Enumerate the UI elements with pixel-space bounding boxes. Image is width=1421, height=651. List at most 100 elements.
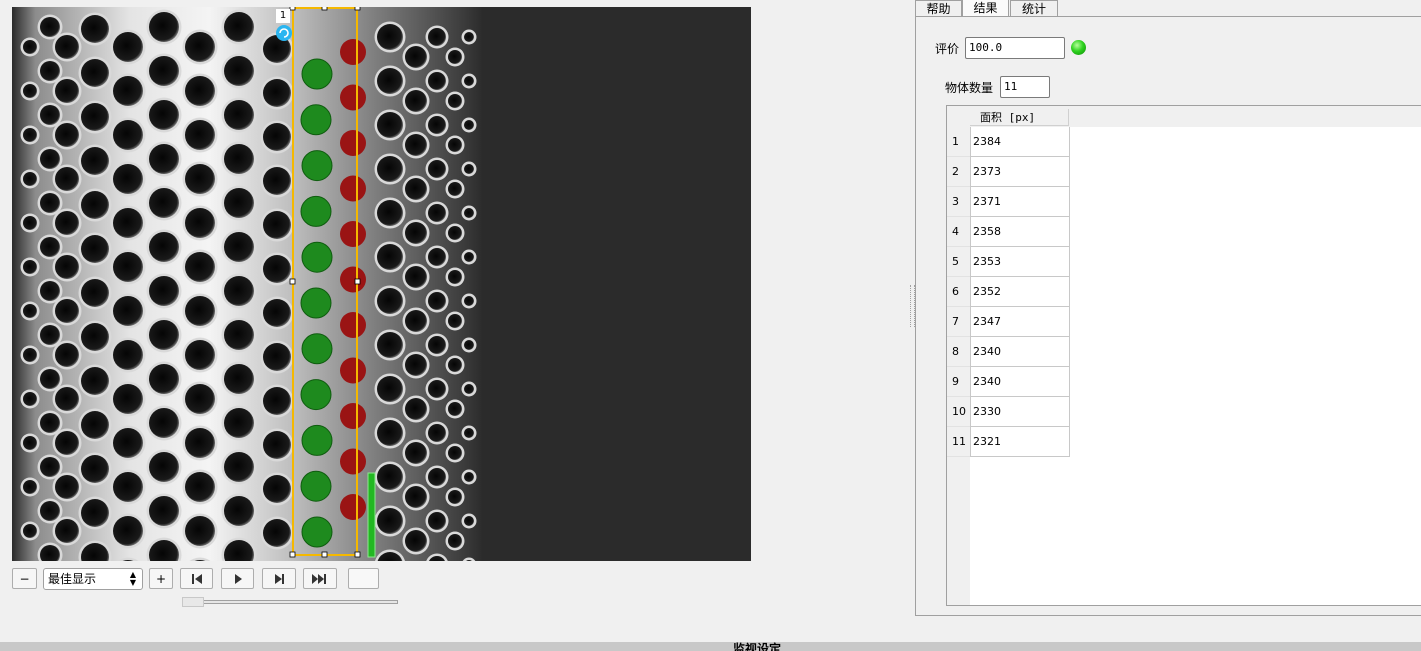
hole xyxy=(81,103,109,131)
table-cell-area[interactable]: 2340 xyxy=(970,337,1070,367)
row-header[interactable]: 5 xyxy=(947,247,970,277)
inspection-image xyxy=(12,7,751,561)
detected-object-good xyxy=(301,424,333,456)
detected-object-good xyxy=(300,195,332,227)
row-header[interactable]: 8 xyxy=(947,337,970,367)
hole xyxy=(428,72,446,90)
hole xyxy=(428,292,446,310)
row-header[interactable]: 4 xyxy=(947,217,970,247)
next-frame-button[interactable] xyxy=(262,568,296,589)
table-cell-area[interactable]: 2352 xyxy=(970,277,1070,307)
row-header[interactable]: 6 xyxy=(947,277,970,307)
row-header[interactable]: 10 xyxy=(947,397,970,427)
row-header[interactable]: 2 xyxy=(947,157,970,187)
hole xyxy=(23,172,37,186)
hole xyxy=(464,472,474,482)
table-cell-area[interactable]: 2373 xyxy=(970,157,1070,187)
hole xyxy=(428,380,446,398)
hole xyxy=(40,149,60,169)
tab-statistics[interactable]: 统计 xyxy=(1010,0,1058,17)
hole xyxy=(224,56,254,86)
zoom-mode-select[interactable]: 最佳显示 ▲ ▼ xyxy=(43,568,143,590)
hole xyxy=(464,120,474,130)
hole xyxy=(55,211,79,235)
row-header[interactable]: 7 xyxy=(947,307,970,337)
hole xyxy=(55,79,79,103)
hole xyxy=(464,296,474,306)
first-frame-button[interactable] xyxy=(180,568,213,589)
hole xyxy=(23,260,37,274)
table-cell-area[interactable]: 2384 xyxy=(970,127,1070,157)
table-cell-area[interactable]: 2358 xyxy=(970,217,1070,247)
row-header[interactable]: 9 xyxy=(947,367,970,397)
frame-slider-track[interactable] xyxy=(182,600,398,604)
hole xyxy=(224,364,254,394)
hole xyxy=(23,40,37,54)
tab-help[interactable]: 帮助 xyxy=(915,0,962,17)
hole xyxy=(448,402,462,416)
table-cell-area[interactable]: 2340 xyxy=(970,367,1070,397)
hole xyxy=(23,436,37,450)
table-cell-area[interactable]: 2321 xyxy=(970,427,1070,457)
hole xyxy=(464,340,474,350)
frame-slider-thumb[interactable] xyxy=(182,597,204,607)
detected-object-outside xyxy=(340,84,366,111)
tab-result[interactable]: 结果 xyxy=(962,0,1009,17)
hole xyxy=(149,56,179,86)
table-cell-area[interactable]: 2371 xyxy=(970,187,1070,217)
results-table[interactable]: 面积 [px] 1 2384 2 2373 3 2371 4 2358 5 2353 6 2352 7 2… xyxy=(946,105,1421,606)
tab-statistics-label: 统计 xyxy=(1021,2,1046,16)
detected-object-outside xyxy=(340,175,366,202)
zoom-in-button[interactable]: + xyxy=(149,568,173,589)
hole xyxy=(448,182,462,196)
hole xyxy=(405,354,427,376)
image-viewer[interactable]: 1 xyxy=(12,7,751,561)
play-button[interactable] xyxy=(221,568,254,589)
rotate-handle-icon[interactable] xyxy=(276,25,292,41)
hole xyxy=(448,314,462,328)
detected-object-outside xyxy=(340,312,366,338)
frame-counter-box[interactable] xyxy=(348,568,379,589)
hole xyxy=(81,279,109,307)
hole xyxy=(113,384,143,414)
zoom-out-button[interactable]: − xyxy=(12,568,37,589)
hole xyxy=(377,376,403,402)
hole xyxy=(405,442,427,464)
evaluation-value-field[interactable]: 100.0 xyxy=(965,37,1065,59)
hole xyxy=(185,120,215,150)
hole xyxy=(40,17,60,37)
table-cell-area[interactable]: 2353 xyxy=(970,247,1070,277)
table-cell-area[interactable]: 2347 xyxy=(970,307,1070,337)
hole xyxy=(263,79,291,107)
hole xyxy=(40,193,60,213)
hole xyxy=(464,164,474,174)
hole xyxy=(448,138,462,152)
hole xyxy=(224,320,254,350)
detected-object-outside xyxy=(340,130,366,156)
hole xyxy=(263,299,291,327)
hole xyxy=(185,76,215,106)
tab-result-label: 结果 xyxy=(973,1,998,15)
hole xyxy=(405,398,427,420)
column-header-area[interactable]: 面积 [px] xyxy=(970,109,1069,126)
hole xyxy=(149,144,179,174)
hole xyxy=(40,501,60,521)
row-header[interactable]: 3 xyxy=(947,187,970,217)
hole xyxy=(405,310,427,332)
hole xyxy=(428,512,446,530)
last-frame-button[interactable] xyxy=(303,568,337,589)
detected-object-outside xyxy=(340,39,366,65)
hole xyxy=(23,216,37,230)
hole xyxy=(23,480,37,494)
hole xyxy=(448,270,462,284)
row-header[interactable]: 11 xyxy=(947,427,970,457)
row-header[interactable]: 1 xyxy=(947,127,970,157)
hole xyxy=(185,208,215,238)
hole xyxy=(428,160,446,178)
hole xyxy=(113,340,143,370)
object-count-field[interactable]: 11 xyxy=(1000,76,1050,98)
hole xyxy=(81,15,109,43)
hole xyxy=(263,211,291,239)
table-cell-area[interactable]: 2330 xyxy=(970,397,1070,427)
hole xyxy=(185,384,215,414)
